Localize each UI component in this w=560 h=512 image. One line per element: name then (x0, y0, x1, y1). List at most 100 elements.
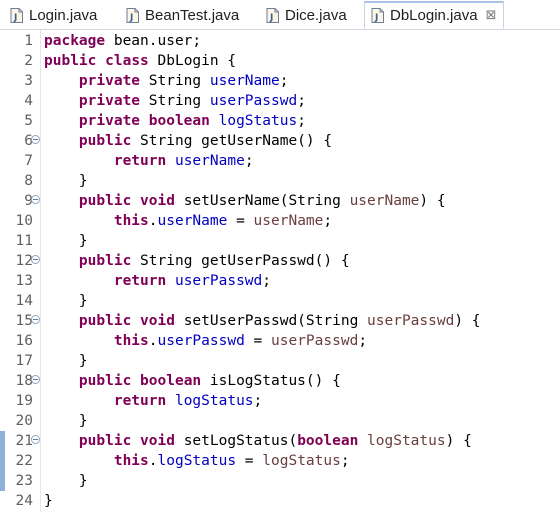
parameter-token: userPasswd (271, 333, 359, 349)
keyword-token: return (113, 393, 167, 409)
text-token: bean.user; (105, 33, 202, 49)
code-line[interactable]: 21 public void setLogStatus(boolean logS… (0, 431, 560, 451)
line-number: 19 (15, 393, 33, 409)
tab-login-java[interactable]: J Login.java (4, 1, 112, 29)
line-number: 20 (15, 413, 33, 429)
code-line[interactable]: 11 } (0, 231, 560, 251)
tab-beantest-java[interactable]: J BeanTest.java (120, 1, 250, 29)
code-text: package bean.user; (44, 31, 201, 51)
keyword-token: this (113, 333, 149, 349)
tab-dice-java[interactable]: J Dice.java (260, 1, 358, 29)
code-text: } (44, 491, 53, 511)
code-line[interactable]: 15 public void setUserPasswd(String user… (0, 311, 560, 331)
text-token: . (148, 333, 158, 349)
code-text: return userName; (44, 151, 254, 171)
fold-toggle-icon[interactable] (31, 255, 40, 264)
code-line[interactable]: 1 package bean.user; (0, 31, 560, 51)
code-line[interactable]: 6 public String getUserName() { (0, 131, 560, 151)
code-text: } (44, 411, 88, 431)
text-token: setLogStatus( (174, 433, 298, 449)
keyword-token: package (44, 33, 106, 49)
text-token: } (44, 473, 88, 489)
code-text: return userPasswd; (44, 271, 271, 291)
keyword-token: boolean (297, 433, 359, 449)
text-token: isLogStatus() { (201, 373, 341, 389)
code-line[interactable]: 19 return logStatus; (0, 391, 560, 411)
fold-toggle-icon[interactable] (31, 195, 40, 204)
keyword-token: private (78, 113, 141, 129)
keyword-token: this (113, 213, 149, 229)
text-token: ) { (419, 193, 446, 209)
code-text: public void setUserPasswd(String userPas… (44, 311, 481, 331)
keyword-token: public (78, 133, 132, 149)
code-text: private String userPasswd; (44, 91, 306, 111)
line-number: 4 (24, 93, 33, 109)
keyword-token: private (78, 73, 141, 89)
text-token: ; (244, 153, 254, 169)
code-line[interactable]: 3 private String userName; (0, 71, 560, 91)
line-number: 5 (24, 113, 33, 129)
code-editor[interactable]: 1 package bean.user; 2 public class DbLogin… (0, 30, 560, 512)
java-file-icon: J (126, 7, 139, 23)
code-text: } (44, 171, 88, 191)
code-line[interactable]: 20 } (0, 411, 560, 431)
code-line[interactable]: 4 private String userPasswd; (0, 91, 560, 111)
line-number: 24 (15, 493, 33, 509)
text-token: } (44, 173, 88, 189)
code-line[interactable]: 8 } (0, 171, 560, 191)
text-token: ; (340, 453, 350, 469)
line-number: 23 (15, 473, 33, 489)
fold-toggle-icon[interactable] (31, 315, 40, 324)
code-line[interactable]: 14 } (0, 291, 560, 311)
close-tab-icon[interactable]: ⊠ (486, 8, 497, 23)
code-line[interactable]: 23 } (0, 471, 560, 491)
text-token: ; (262, 273, 272, 289)
code-line[interactable]: 9 public void setUserName(String userNam… (0, 191, 560, 211)
code-line[interactable]: 7 return userName; (0, 151, 560, 171)
text-token: . (148, 213, 158, 229)
line-number: 17 (15, 353, 33, 369)
text-token: setUserName(String (174, 193, 350, 209)
code-line[interactable]: 12 public String getUserPasswd() { (0, 251, 560, 271)
code-line[interactable]: 5 private boolean logStatus; (0, 111, 560, 131)
code-line[interactable]: 22 this.logStatus = logStatus; (0, 451, 560, 471)
text-token: = (236, 453, 263, 469)
line-number: 13 (15, 273, 33, 289)
line-number: 6 (24, 133, 33, 149)
code-line[interactable]: 17 } (0, 351, 560, 371)
text-token: ; (297, 93, 306, 109)
field-token: logStatus (157, 453, 237, 469)
text-token: } (44, 353, 88, 369)
code-line[interactable]: 24} (0, 491, 560, 511)
java-file-icon: J (266, 7, 279, 23)
line-number: 7 (24, 153, 33, 169)
code-line[interactable]: 16 this.userPasswd = userPasswd; (0, 331, 560, 351)
text-token: ; (297, 113, 306, 129)
parameter-token: userPasswd (367, 313, 455, 329)
code-line[interactable]: 2 public class DbLogin { (0, 51, 560, 71)
field-token: userName (174, 153, 245, 169)
code-line[interactable]: 18 public boolean isLogStatus() { (0, 371, 560, 391)
code-line[interactable]: 10 this.userName = userName; (0, 211, 560, 231)
code-line[interactable]: 13 return userPasswd; (0, 271, 560, 291)
fold-toggle-icon[interactable] (31, 435, 40, 444)
field-token: logStatus (218, 113, 298, 129)
keyword-token: void (140, 433, 175, 449)
code-text: private String userName; (44, 71, 289, 91)
fold-toggle-icon[interactable] (31, 375, 40, 384)
tab-label: Login.java (29, 6, 98, 24)
text-token: ; (279, 73, 289, 89)
svg-text:J: J (269, 13, 273, 23)
fold-toggle-icon[interactable] (31, 135, 40, 144)
tab-dblogin-java[interactable]: J DbLogin.java ⊠ (364, 1, 504, 29)
